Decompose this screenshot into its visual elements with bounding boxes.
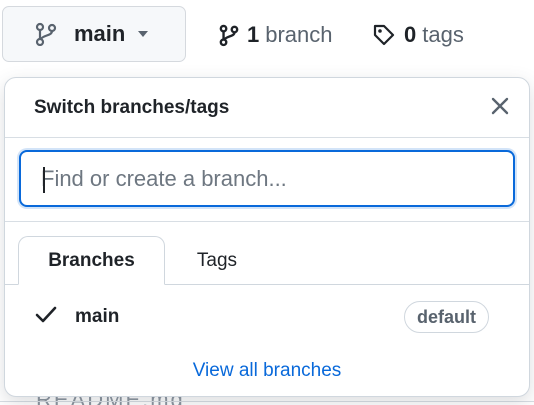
dropdown-header: Switch branches/tags bbox=[5, 78, 529, 138]
git-branch-icon bbox=[219, 23, 239, 47]
triangle-down-icon bbox=[137, 30, 149, 38]
branch-name: main bbox=[75, 306, 120, 327]
check-icon bbox=[35, 306, 57, 324]
git-branch-icon bbox=[35, 22, 57, 46]
branch-select-button[interactable]: main bbox=[2, 6, 186, 62]
tags-label: tags bbox=[422, 22, 464, 47]
background-divider bbox=[0, 401, 534, 402]
branch-list-item[interactable]: main default bbox=[5, 292, 529, 342]
branch-switcher-dropdown: Switch branches/tags Branches Tags main … bbox=[4, 77, 530, 397]
text-cursor bbox=[43, 167, 45, 193]
default-badge: default bbox=[404, 301, 490, 333]
tags-count: 0 bbox=[404, 22, 417, 47]
view-all-branches-link[interactable]: View all branches bbox=[5, 360, 529, 382]
ref-type-tabs: Branches Tags bbox=[5, 236, 529, 285]
tags-link[interactable]: 0 tags bbox=[372, 20, 464, 50]
tag-icon bbox=[372, 23, 396, 47]
branches-label: branch bbox=[265, 22, 333, 47]
current-branch-label: main bbox=[74, 21, 126, 46]
dropdown-title: Switch branches/tags bbox=[34, 97, 230, 118]
tab-branches[interactable]: Branches bbox=[18, 236, 165, 285]
branch-filter-input[interactable] bbox=[19, 150, 515, 207]
x-icon bbox=[491, 97, 509, 115]
branch-switcher-screen: main 1 branch 0 tags README.md bbox=[0, 0, 534, 405]
branches-link[interactable]: 1 branch bbox=[219, 20, 333, 50]
filter-section bbox=[5, 137, 529, 222]
tab-tags[interactable]: Tags bbox=[171, 236, 263, 285]
branches-count: 1 bbox=[247, 22, 260, 47]
close-button[interactable] bbox=[489, 95, 511, 117]
